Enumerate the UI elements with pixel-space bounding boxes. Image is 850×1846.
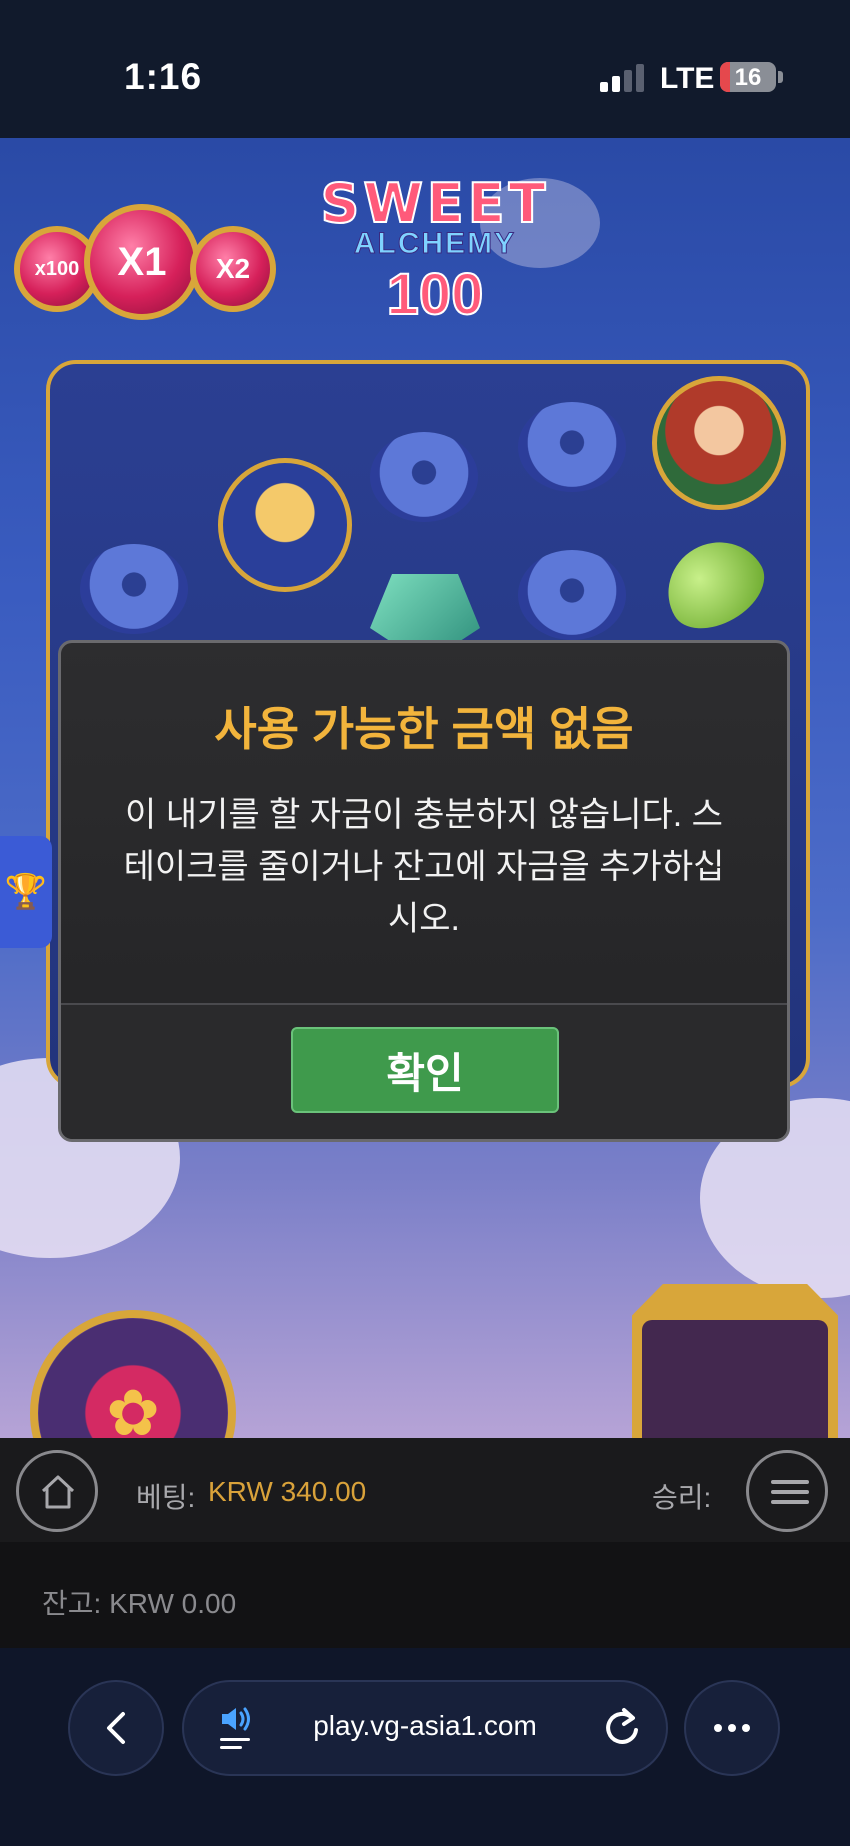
address-bar[interactable]: play.vg-asia1.com xyxy=(182,1680,668,1776)
menu-button[interactable] xyxy=(746,1450,828,1532)
bet-value: KRW 340.00 xyxy=(208,1476,367,1507)
home-button[interactable] xyxy=(16,1450,98,1532)
blue-candy-symbol xyxy=(518,550,626,640)
browser-toolbar: play.vg-asia1.com xyxy=(0,1648,850,1846)
win-label: 승리: xyxy=(652,1482,712,1513)
feature-frame-inner xyxy=(642,1320,828,1438)
bonus-orb: ✿ xyxy=(30,1310,236,1438)
trophy-tab[interactable]: 🏆 xyxy=(0,836,52,948)
status-time: 1:16 xyxy=(124,56,203,97)
flower-icon: ✿ xyxy=(106,1377,160,1438)
multiplier-bubbles: x100 X1 X2 xyxy=(14,186,276,376)
signal-icon xyxy=(600,64,644,92)
trophy-icon: 🏆 xyxy=(4,873,48,911)
more-button[interactable] xyxy=(684,1680,780,1776)
blue-candy-symbol xyxy=(518,402,626,492)
back-button[interactable] xyxy=(68,1680,164,1776)
blue-candy-symbol xyxy=(80,544,188,634)
logo-line-3: 100 xyxy=(386,261,485,328)
reload-icon[interactable] xyxy=(602,1706,642,1750)
ok-button[interactable]: 확인 xyxy=(291,1027,559,1113)
feature-frame xyxy=(632,1284,838,1438)
more-icon xyxy=(714,1724,750,1732)
game-logo: SWEET ALCHEMY 100 xyxy=(290,171,580,342)
dialog-message: 이 내기를 할 자금이 충분하지 않습니다. 스테이크를 줄이거나 잔고에 자금… xyxy=(123,796,725,938)
logo-line-1: SWEET xyxy=(319,171,550,236)
multiplier-bubble: X2 xyxy=(190,226,276,312)
jelly-bean-symbol xyxy=(650,524,778,644)
home-icon xyxy=(41,1475,75,1509)
blue-candy-symbol xyxy=(370,432,478,522)
dialog-title: 사용 가능한 금액 없음 xyxy=(214,703,634,755)
dialog-footer: 확인 xyxy=(61,1003,787,1139)
battery-tip xyxy=(778,71,783,83)
insufficient-funds-dialog: 사용 가능한 금액 없음 이 내기를 할 자금이 충분하지 않습니다. 스테이크… xyxy=(58,640,790,1142)
bet-label: 베팅: xyxy=(136,1482,196,1513)
battery-icon: 16 xyxy=(720,62,776,92)
status-bar: 1:16 LTE 16 xyxy=(0,0,850,138)
multiplier-bubble-active: X1 xyxy=(84,204,200,320)
url-text: play.vg-asia1.com xyxy=(313,1710,537,1741)
balance-label: 잔고: KRW 0.00 xyxy=(42,1588,237,1619)
redhead-witch-symbol xyxy=(652,376,786,510)
battery-level: 16 xyxy=(734,64,762,91)
blonde-witch-symbol xyxy=(218,458,352,592)
control-bar: 베팅: KRW 340.00 승리: xyxy=(0,1438,850,1542)
network-label: LTE xyxy=(660,62,715,95)
chevron-left-icon xyxy=(107,1712,125,1744)
balance-bar: 잔고: KRW 0.00 xyxy=(0,1542,850,1648)
